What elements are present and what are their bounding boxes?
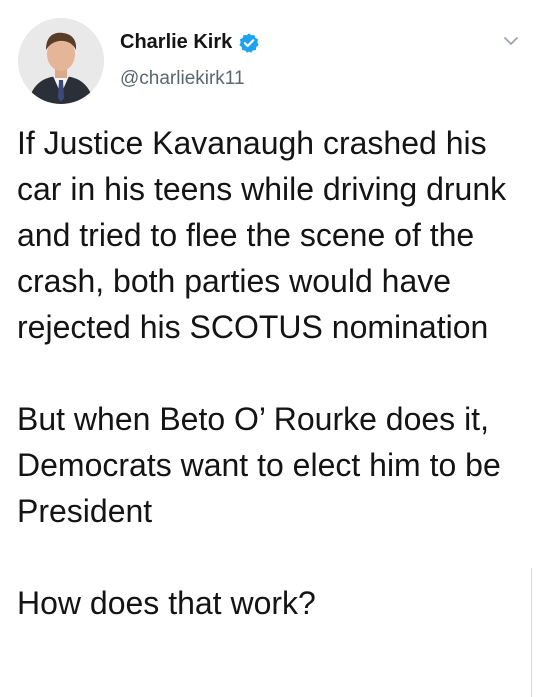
tweet-paragraph: If Justice Kavanaugh crashed his car in …	[17, 125, 507, 345]
divider	[531, 568, 532, 697]
author-display-name[interactable]: Charlie Kirk	[120, 31, 232, 54]
tweet-paragraph: But when Beto O’ Rourke does it, Democra…	[17, 401, 501, 529]
chevron-down-icon[interactable]	[500, 30, 522, 52]
author-handle[interactable]: @charliekirk11	[120, 68, 245, 90]
avatar[interactable]	[18, 18, 104, 104]
verified-badge-icon	[238, 32, 260, 54]
tweet-paragraph: How does that work?	[17, 585, 316, 621]
author-name-row: Charlie Kirk	[120, 31, 260, 54]
tweet-card: Charlie Kirk @charliekirk11 If Justice K…	[0, 0, 540, 697]
avatar-image	[18, 18, 104, 104]
tweet-text: If Justice Kavanaugh crashed his car in …	[17, 120, 532, 626]
